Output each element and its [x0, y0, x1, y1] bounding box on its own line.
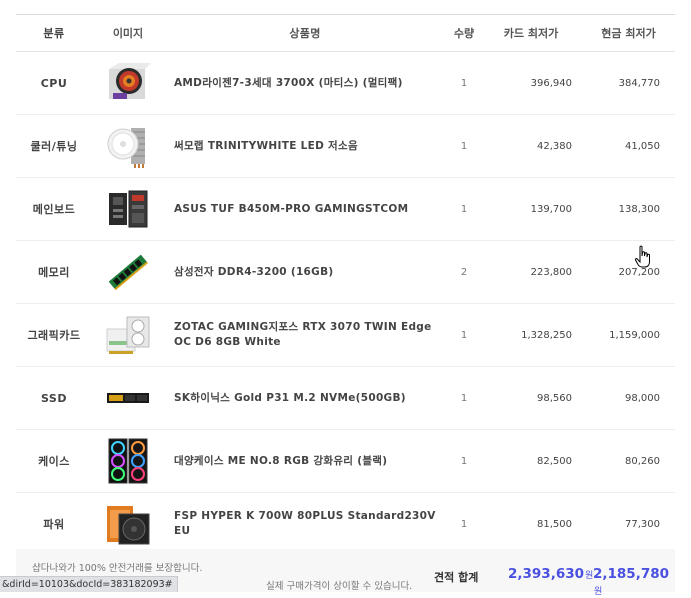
- row-cash-price: 1,159,000: [609, 329, 660, 341]
- header-cash-price: 현금 최저가: [601, 27, 656, 40]
- table-row: 그래픽카드 ZOTAC GAMING지포스 RTX 3070 TWIN Edge…: [16, 304, 675, 367]
- row-cash-price: 207,200: [618, 266, 660, 278]
- header-image: 이미지: [112, 27, 144, 40]
- header-name: 상품명: [289, 26, 321, 40]
- estimate-table: 분류 이미지 상품명 수량 카드 최저가 현금 최저가 CPU AMD라이젠7-…: [16, 14, 675, 556]
- product-name-link[interactable]: AMD라이젠7-3세대 3700X (마티스) (멀티팩): [164, 76, 446, 91]
- product-name-link[interactable]: 대양케이스 ME NO.8 RGB 강화유리 (블랙): [164, 454, 446, 469]
- row-category: 쿨러/튜닝: [30, 140, 78, 153]
- ram-stick-icon[interactable]: [105, 248, 151, 296]
- row-cash-price: 77,300: [625, 518, 660, 530]
- row-card-price: 396,940: [530, 77, 572, 89]
- row-category: 메인보드: [32, 203, 76, 216]
- row-category: CPU: [40, 76, 68, 90]
- row-cash-price: 98,000: [625, 392, 660, 404]
- table-row: SSD SK하이닉스 Gold P31 M.2 NVMe(500GB) 1 98…: [16, 367, 675, 430]
- row-card-price: 223,800: [530, 266, 572, 278]
- row-card-price: 98,560: [537, 392, 572, 404]
- product-name-link[interactable]: SK하이닉스 Gold P31 M.2 NVMe(500GB): [164, 391, 446, 406]
- table-row: 케이스 대양케이스 ME NO.8 RGB 강화유리 (블랙) 1 82,500…: [16, 430, 675, 493]
- row-cash-price: 41,050: [625, 140, 660, 152]
- row-qty: 1: [460, 203, 468, 215]
- row-qty: 1: [460, 329, 468, 341]
- row-card-price: 139,700: [530, 203, 572, 215]
- motherboard-icon[interactable]: [105, 185, 151, 233]
- row-category: 파워: [43, 518, 65, 531]
- currency-unit: 원: [594, 587, 603, 597]
- table-row: 메모리 삼성전자 DDR4-3200 (16GB) 2 223,800 207,…: [16, 241, 675, 304]
- header-category: 분류: [43, 27, 65, 40]
- row-card-price: 82,500: [537, 455, 572, 467]
- pc-case-icon[interactable]: [105, 437, 151, 485]
- table-row: 파워 FSP HYPER K 700W 80PLUS Standard230V …: [16, 493, 675, 556]
- safe-trade-notice: 샵다나와가 100% 안전거래를 보장합니다.: [32, 563, 203, 574]
- graphics-card-icon[interactable]: [105, 311, 151, 359]
- table-row: 쿨러/튜닝 써모랩 TRINITYWHITE LED 저소음 1 42,380 …: [16, 115, 675, 178]
- total-cash-price: 2,185,780 원: [593, 566, 675, 598]
- total-cash-value: 2,185,780: [593, 566, 670, 582]
- total-card-price: 2,393,630원: [508, 566, 593, 582]
- row-card-price: 1,328,250: [521, 329, 572, 341]
- power-supply-icon[interactable]: [105, 500, 151, 548]
- row-card-price: 42,380: [537, 140, 572, 152]
- table-header: 분류 이미지 상품명 수량 카드 최저가 현금 최저가: [16, 15, 675, 52]
- product-name-link[interactable]: FSP HYPER K 700W 80PLUS Standard230V EU: [164, 509, 446, 539]
- product-name-link[interactable]: 써모랩 TRINITYWHITE LED 저소음: [164, 139, 446, 154]
- total-label: 견적 합계: [434, 571, 479, 584]
- product-name-link[interactable]: ASUS TUF B450M-PRO GAMINGSTCOM: [164, 202, 446, 217]
- cpu-cooler-icon[interactable]: [105, 122, 151, 170]
- ssd-icon[interactable]: [105, 374, 151, 422]
- header-card-price: 카드 최저가: [503, 27, 559, 40]
- header-qty: 수량: [453, 27, 475, 40]
- row-category: 메모리: [38, 266, 70, 279]
- row-cash-price: 138,300: [618, 203, 660, 215]
- table-row: CPU AMD라이젠7-3세대 3700X (마티스) (멀티팩) 1 396,…: [16, 52, 675, 115]
- total-card-value: 2,393,630: [508, 566, 585, 582]
- status-bar-url: &dirId=10103&docId=383182093#: [0, 576, 178, 592]
- row-category: 그래픽카드: [27, 329, 81, 342]
- price-disclaimer: 실제 구매가격이 상이할 수 있습니다.: [266, 581, 413, 592]
- row-category: 케이스: [38, 455, 70, 468]
- row-qty: 2: [460, 266, 468, 278]
- row-cash-price: 80,260: [625, 455, 660, 467]
- row-card-price: 81,500: [537, 518, 572, 530]
- product-name-link[interactable]: 삼성전자 DDR4-3200 (16GB): [164, 265, 446, 280]
- row-qty: 1: [460, 392, 468, 404]
- row-category: SSD: [41, 391, 67, 405]
- row-qty: 1: [460, 77, 468, 89]
- hand-cursor-icon: [634, 245, 650, 268]
- row-cash-price: 384,770: [618, 77, 660, 89]
- row-qty: 1: [460, 140, 468, 152]
- product-name-link[interactable]: ZOTAC GAMING지포스 RTX 3070 TWIN Edge OC D6…: [164, 320, 446, 350]
- table-row: 메인보드 ASUS TUF B450M-PRO GAMINGSTCOM 1 13…: [16, 178, 675, 241]
- row-qty: 1: [460, 455, 468, 467]
- row-qty: 1: [460, 518, 468, 530]
- cpu-box-icon[interactable]: [105, 59, 151, 107]
